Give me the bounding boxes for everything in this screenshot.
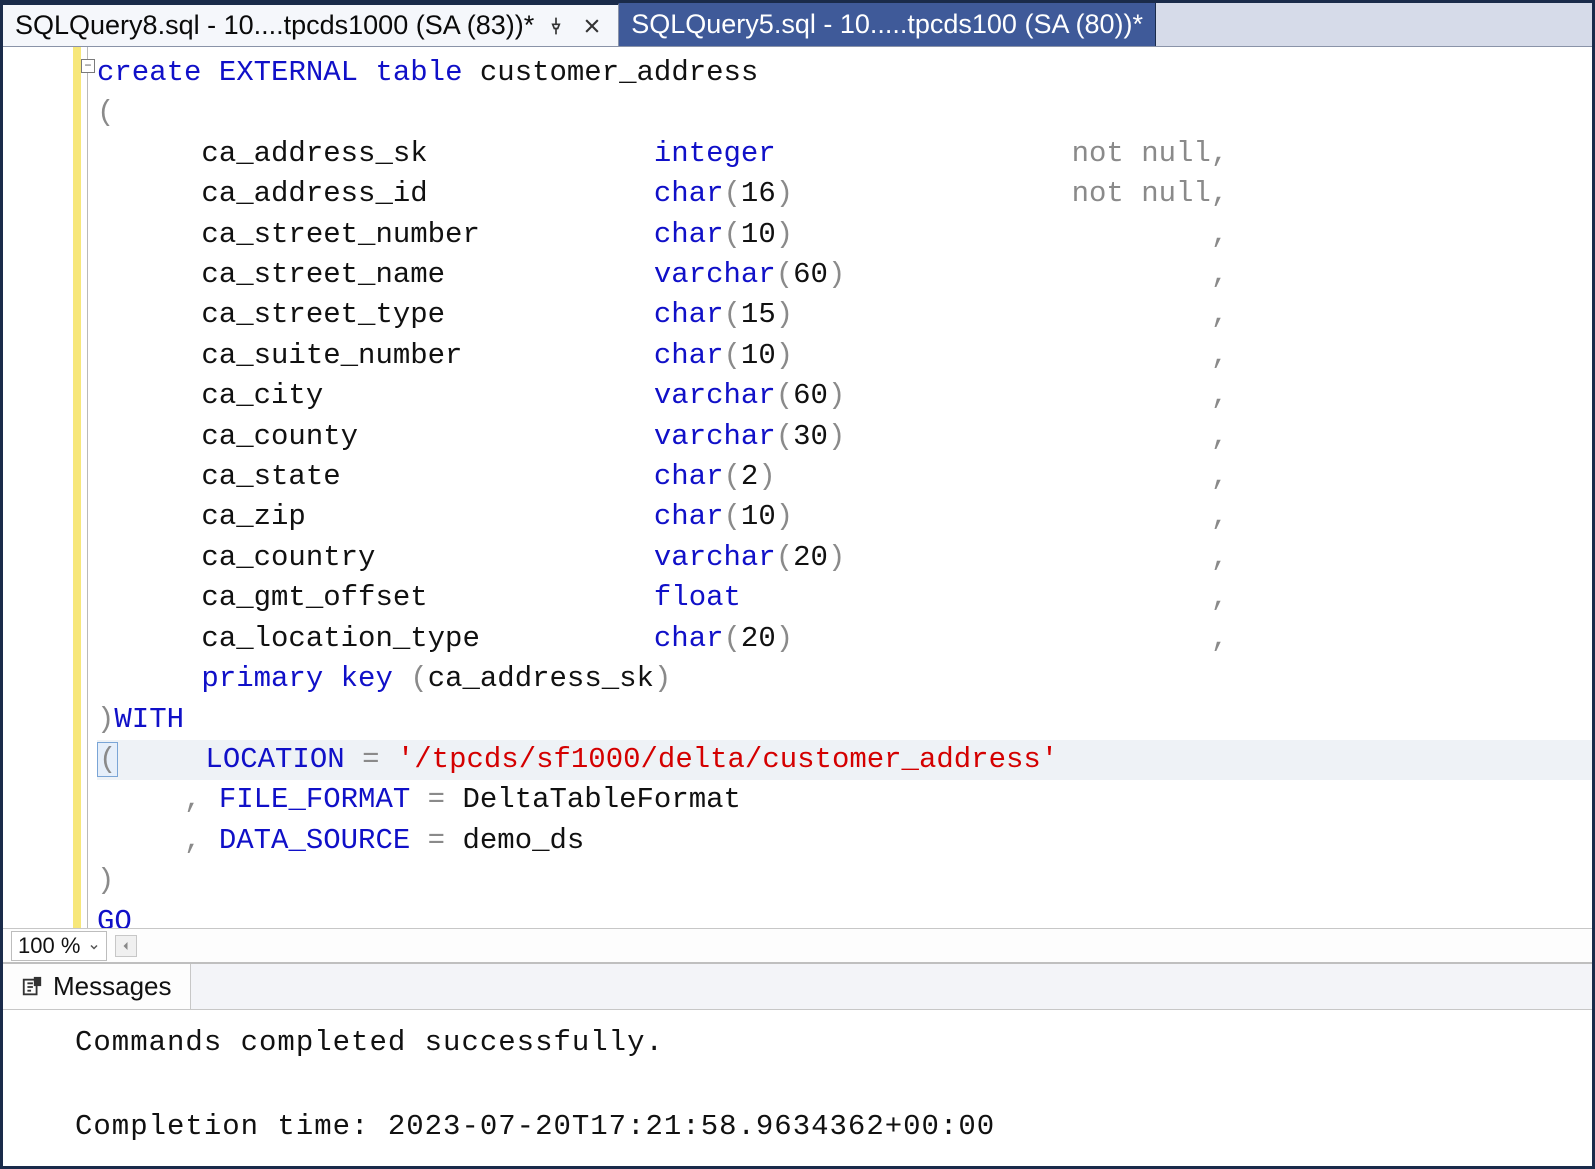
file-tab-active-label: SQLQuery8.sql - 10....tpcds1000 (SA (83)… — [15, 10, 534, 41]
zoom-select[interactable]: 100 % — [11, 931, 107, 961]
scroll-left-button[interactable] — [115, 935, 137, 957]
file-tab-inactive[interactable]: SQLQuery5.sql - 10.....tpcds100 (SA (80)… — [619, 3, 1156, 46]
file-tab-active[interactable]: SQLQuery8.sql - 10....tpcds1000 (SA (83)… — [3, 3, 619, 46]
file-tab-inactive-label: SQLQuery5.sql - 10.....tpcds100 (SA (80)… — [631, 9, 1143, 40]
fold-toggle[interactable]: − — [81, 59, 95, 73]
editor-gutter: − — [3, 47, 95, 928]
pin-icon[interactable] — [542, 12, 570, 40]
zoom-value: 100 % — [18, 933, 80, 959]
code-content[interactable]: create EXTERNAL table customer_address (… — [95, 47, 1592, 928]
messages-body[interactable]: Commands completed successfully. Complet… — [3, 1010, 1592, 1166]
messages-tab-label: Messages — [53, 971, 172, 1002]
zoom-bar: 100 % — [3, 928, 1592, 962]
close-icon[interactable] — [578, 12, 606, 40]
outline-line — [87, 47, 88, 928]
code-editor[interactable]: − create EXTERNAL table customer_address… — [3, 47, 1592, 928]
messages-line1: Commands completed successfully. — [75, 1026, 664, 1059]
messages-panel: Messages Commands completed successfully… — [3, 962, 1592, 1166]
modification-bar — [73, 47, 81, 928]
file-tab-bar: SQLQuery8.sql - 10....tpcds1000 (SA (83)… — [3, 3, 1592, 47]
messages-line2: Completion time: 2023-07-20T17:21:58.963… — [75, 1110, 995, 1143]
messages-tab-strip: Messages — [3, 964, 1592, 1010]
messages-icon — [21, 976, 43, 998]
chevron-down-icon — [88, 933, 100, 959]
messages-tab[interactable]: Messages — [3, 964, 191, 1009]
editor-area: − create EXTERNAL table customer_address… — [3, 47, 1592, 1166]
